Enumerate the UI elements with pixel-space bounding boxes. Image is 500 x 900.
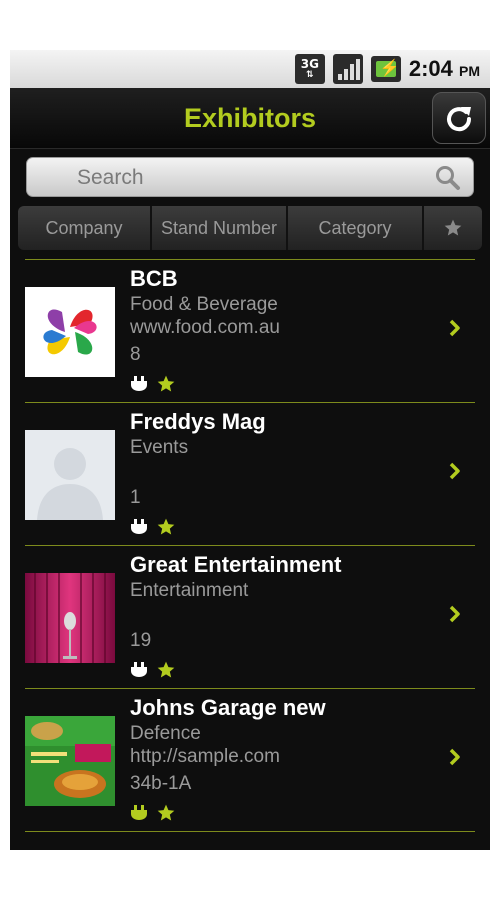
title-bar: Exhibitors	[10, 88, 490, 149]
exhibitor-category: Food & Beverage	[130, 294, 278, 315]
exhibitor-category: Entertainment	[130, 580, 249, 601]
list-item[interactable]: Great Entertainment Entertainment 19	[10, 546, 490, 688]
favorite-star-icon[interactable]	[156, 517, 176, 537]
clock-time: 2:04	[408, 56, 453, 81]
tab-favorites[interactable]	[424, 206, 482, 250]
exhibitor-list: BCB Food & Beverage www.food.com.au 8 Fr…	[10, 259, 490, 832]
exhibitor-logo	[25, 430, 115, 520]
chevron-right-icon	[449, 605, 460, 623]
exhibitor-url	[130, 461, 430, 481]
list-item[interactable]: Johns Garage new Defence http://sample.c…	[10, 689, 490, 831]
exhibitor-category: Events	[130, 437, 189, 458]
exhibitor-logo	[25, 716, 115, 806]
tab-stand-number[interactable]: Stand Number	[152, 206, 288, 250]
favorite-star-icon[interactable]	[156, 660, 176, 680]
exhibitor-url	[130, 604, 430, 624]
favorite-star-icon[interactable]	[156, 374, 176, 394]
phone-screen: 3G ⇅ ⚡ 2:04 PM Exhibitors Search Company…	[10, 50, 490, 850]
battery-icon: ⚡	[370, 56, 401, 82]
favorite-star-icon[interactable]	[156, 803, 176, 823]
exhibitor-name: BCB	[130, 266, 178, 291]
tab-category[interactable]: Category	[288, 206, 424, 250]
refresh-button[interactable]	[432, 92, 486, 144]
exhibitor-stand: 1	[130, 487, 141, 508]
plug-icon	[131, 662, 147, 677]
search-input[interactable]	[75, 158, 419, 198]
exhibitor-name: Johns Garage new	[130, 695, 326, 720]
plug-icon	[131, 805, 147, 820]
list-item[interactable]: BCB Food & Beverage www.food.com.au 8	[10, 260, 490, 402]
exhibitor-category: Defence	[130, 723, 201, 744]
3g-icon: 3G ⇅	[294, 54, 325, 84]
exhibitor-name: Freddys Mag	[130, 409, 266, 434]
exhibitor-logo	[25, 573, 115, 663]
status-bar: 3G ⇅ ⚡ 2:04 PM	[10, 50, 490, 88]
clock: 2:04 PM	[409, 56, 480, 82]
search-box[interactable]	[26, 157, 474, 198]
clock-ampm: PM	[459, 63, 480, 79]
list-divider	[25, 831, 475, 832]
plug-icon	[131, 519, 147, 534]
exhibitor-stand: 34b-1A	[130, 773, 192, 794]
plug-icon	[131, 376, 147, 391]
sort-tabs: Company Stand Number Category	[18, 206, 482, 250]
page-title: Exhibitors	[183, 103, 317, 133]
network-label: 3G	[300, 57, 319, 71]
exhibitor-url: www.food.com.au	[130, 317, 280, 338]
exhibitor-stand: 8	[130, 344, 141, 365]
exhibitor-logo	[25, 287, 115, 377]
star-icon	[444, 219, 462, 236]
exhibitor-name: Great Entertainment	[130, 552, 342, 577]
exhibitor-stand: 19	[130, 630, 152, 651]
refresh-icon	[447, 107, 472, 132]
list-item[interactable]: Freddys Mag Events 1	[10, 403, 490, 545]
chevron-right-icon	[449, 319, 460, 337]
search-icon[interactable]	[435, 165, 461, 191]
tab-company[interactable]: Company	[18, 206, 152, 250]
exhibitor-url: http://sample.com	[130, 746, 280, 767]
signal-icon	[332, 54, 363, 84]
chevron-right-icon	[449, 462, 460, 480]
chevron-right-icon	[449, 748, 460, 766]
